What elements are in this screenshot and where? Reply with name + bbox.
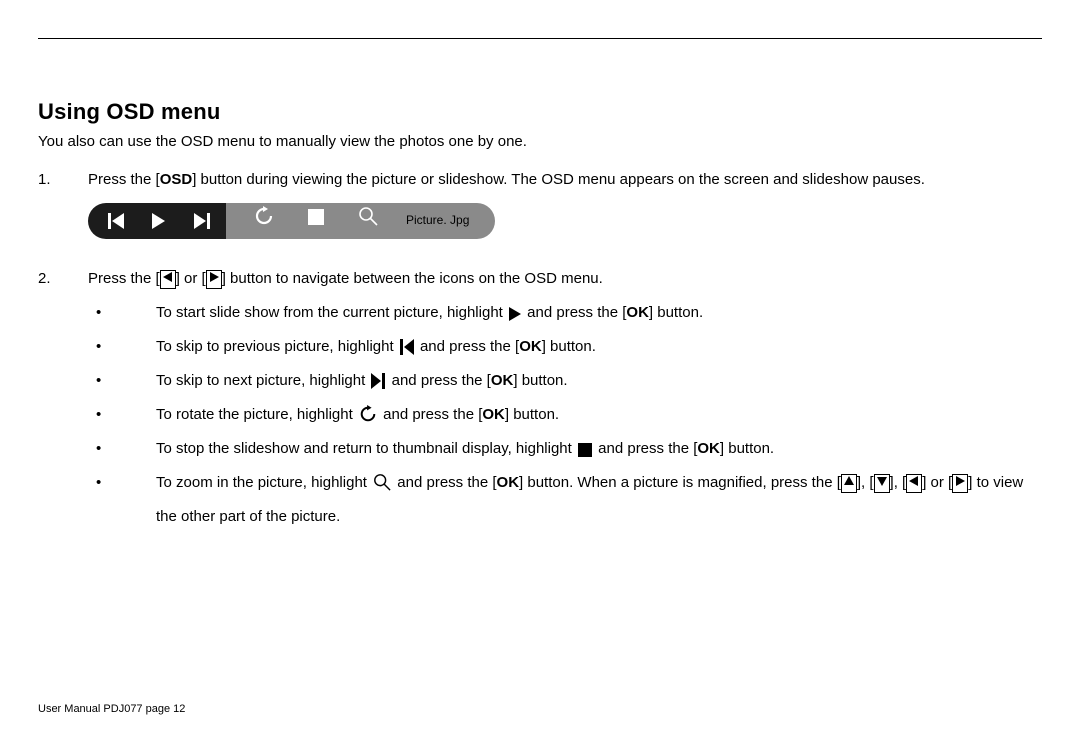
osd-bar-grey-section — [226, 203, 400, 239]
bullet-marker: • — [88, 434, 156, 464]
t: ] button. When a picture is magnified, p… — [519, 474, 841, 491]
skip-next-icon — [371, 370, 385, 400]
bullet-marker: • — [88, 332, 156, 362]
osd-label: OSD — [160, 171, 193, 188]
ok-label: OK — [697, 440, 720, 457]
t: ] button. — [505, 406, 559, 423]
step1-post: ] button during viewing the picture or s… — [192, 171, 925, 188]
top-rule — [38, 38, 1042, 39]
osd-bar-illustration: Picture. Jpg — [88, 203, 1042, 239]
ok-label: OK — [491, 372, 514, 389]
t: To skip to next picture, highlight — [156, 372, 369, 389]
manual-page: Using OSD menu You also can use the OSD … — [0, 0, 1080, 743]
t: ] button. — [720, 440, 774, 457]
zoom-icon — [373, 472, 391, 502]
t: ] button. — [542, 338, 596, 355]
bullet-next: • To skip to next picture, highlight and… — [88, 366, 1042, 400]
t: and press the [ — [594, 440, 697, 457]
t: To zoom in the picture, highlight — [156, 474, 371, 491]
ok-label: OK — [497, 474, 520, 491]
up-arrow-icon — [841, 474, 857, 493]
t: and press the [ — [387, 372, 490, 389]
left-arrow-icon — [906, 474, 922, 493]
t: and press the [ — [523, 304, 626, 321]
right-arrow-icon — [206, 270, 222, 289]
osd-bar-dark-section — [88, 203, 226, 239]
step-body: Press the [ ] or [ ] button to navigate be… — [88, 265, 1042, 532]
bullet-zoom: • To zoom in the picture, highlight and … — [88, 468, 1042, 532]
bullet-text: To stop the slideshow and return to thum… — [156, 434, 1042, 468]
skip-previous-icon — [400, 336, 414, 366]
play-icon — [152, 212, 166, 230]
bullet-text: To start slide show from the current pic… — [156, 298, 1042, 332]
ok-label: OK — [626, 304, 649, 321]
bullet-text: To zoom in the picture, highlight and pr… — [156, 468, 1042, 532]
t: To skip to previous picture, highlight — [156, 338, 398, 355]
step-1: 1. Press the [OSD] button during viewing… — [38, 166, 1042, 257]
t: and press the [ — [379, 406, 482, 423]
section-heading: Using OSD menu — [38, 99, 1042, 125]
t: To stop the slideshow and return to thum… — [156, 440, 576, 457]
stop-icon — [308, 207, 324, 234]
step-body: Press the [OSD] button during viewing th… — [88, 166, 1042, 257]
step-2: 2. Press the [ ] or [ ] button to navigate… — [38, 265, 1042, 532]
t: and press the [ — [416, 338, 519, 355]
t: To start slide show from the current pic… — [156, 304, 507, 321]
step-number: 2. — [38, 265, 88, 532]
osd-filename: Picture. Jpg — [400, 203, 495, 239]
t: ] or [ — [922, 474, 952, 491]
bullet-text: To rotate the picture, highlight and pre… — [156, 400, 1042, 434]
bullet-stop: • To stop the slideshow and return to th… — [88, 434, 1042, 468]
step1-pre: Press the [ — [88, 171, 160, 188]
page-footer: User Manual PDJ077 page 12 — [38, 703, 185, 715]
step-number: 1. — [38, 166, 88, 257]
t: ], [ — [890, 474, 907, 491]
skip-next-icon — [194, 212, 210, 230]
step2-post: ] button to navigate between the icons o… — [222, 270, 603, 287]
t: and press the [ — [393, 474, 496, 491]
ok-label: OK — [519, 338, 542, 355]
bullet-marker: • — [88, 366, 156, 396]
intro-text: You also can use the OSD menu to manuall… — [38, 131, 1042, 154]
stop-icon — [578, 438, 592, 468]
steps-list: 1. Press the [OSD] button during viewing… — [38, 166, 1042, 532]
rotate-icon — [359, 404, 377, 434]
bullet-marker: • — [88, 468, 156, 498]
sub-bullets: • To start slide show from the current p… — [88, 298, 1042, 532]
right-arrow-icon — [952, 474, 968, 493]
bullet-rotate: • To rotate the picture, highlight and p… — [88, 400, 1042, 434]
rotate-icon — [254, 206, 274, 235]
t: ] button. — [649, 304, 703, 321]
bullet-text: To skip to next picture, highlight and p… — [156, 366, 1042, 400]
down-arrow-icon — [874, 474, 890, 493]
bullet-play: • To start slide show from the current p… — [88, 298, 1042, 332]
skip-previous-icon — [108, 212, 124, 230]
osd-bar: Picture. Jpg — [88, 203, 495, 239]
left-arrow-icon — [160, 270, 176, 289]
zoom-icon — [358, 206, 378, 235]
bullet-marker: • — [88, 298, 156, 328]
step2-pre: Press the [ — [88, 270, 160, 287]
t: ] button. — [513, 372, 567, 389]
bullet-text: To skip to previous picture, highlight a… — [156, 332, 1042, 366]
t: ], [ — [857, 474, 874, 491]
bullet-marker: • — [88, 400, 156, 430]
bullet-prev: • To skip to previous picture, highlight… — [88, 332, 1042, 366]
t: To rotate the picture, highlight — [156, 406, 357, 423]
ok-label: OK — [482, 406, 505, 423]
play-icon — [509, 302, 521, 332]
step2-mid: ] or [ — [176, 270, 206, 287]
